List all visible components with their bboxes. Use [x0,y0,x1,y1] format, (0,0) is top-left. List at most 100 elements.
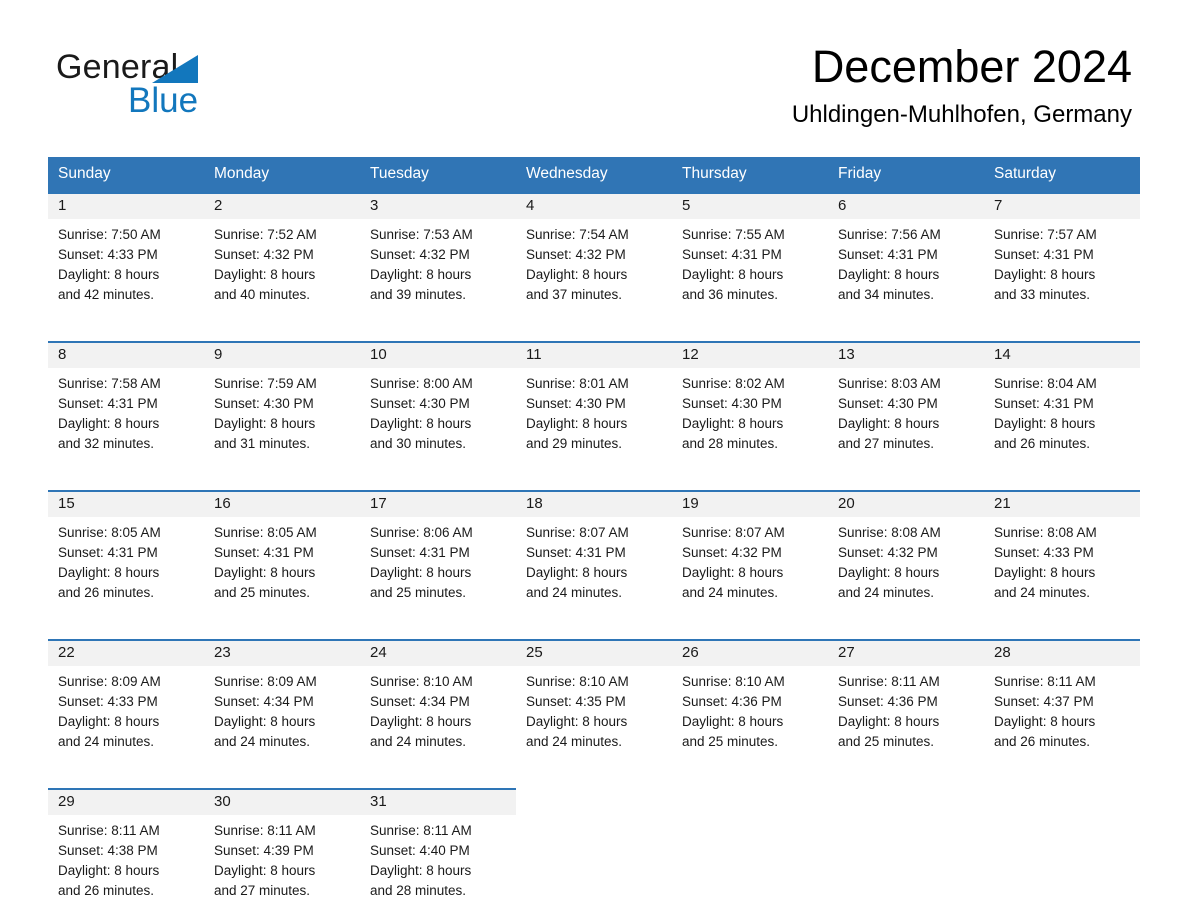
sunrise-text: Sunrise: 8:11 AM [994,674,1096,689]
sunrise-text: Sunrise: 8:10 AM [682,674,785,689]
day-info: Sunrise: 8:09 AM Sunset: 4:34 PM Daylight:… [204,666,360,752]
day-number-band: 29 [48,790,204,815]
daylight-text-line2: and 39 minutes. [370,287,467,302]
daylight-text-line1: Daylight: 8 hours [370,714,472,729]
calendar-day-cell[interactable]: 14 Sunrise: 8:04 AM Sunset: 4:31 PM Dayligh… [984,341,1140,476]
day-info: Sunrise: 7:59 AM Sunset: 4:30 PM Daylight:… [204,368,360,454]
calendar-day-cell[interactable]: 30 Sunrise: 8:11 AM Sunset: 4:39 PM Dayligh… [204,788,360,923]
calendar-day-cell[interactable]: 13 Sunrise: 8:03 AM Sunset: 4:30 PM Dayligh… [828,341,984,476]
week-spacer-cell [48,774,1140,789]
sunset-text: Sunset: 4:32 PM [682,545,782,560]
sunset-text: Sunset: 4:36 PM [682,694,782,709]
daylight-text-line2: and 30 minutes. [370,436,467,451]
daylight-text-line2: and 28 minutes. [370,883,467,898]
day-number: 20 [838,495,855,512]
day-info: Sunrise: 8:04 AM Sunset: 4:31 PM Daylight:… [984,368,1140,454]
day-number-band: 2 [204,194,360,219]
day-number-band: 8 [48,343,204,368]
calendar-day-cell[interactable]: 6 Sunrise: 7:56 AM Sunset: 4:31 PM Daylight… [828,192,984,327]
calendar-day-cell[interactable]: 27 Sunrise: 8:11 AM Sunset: 4:36 PM Dayligh… [828,639,984,774]
page-title: December 2024 [811,41,1132,92]
daylight-text-line1: Daylight: 8 hours [994,565,1096,580]
calendar-day-cell[interactable]: 9 Sunrise: 7:59 AM Sunset: 4:30 PM Daylight… [204,341,360,476]
day-number: 22 [58,644,75,661]
daylight-text-line2: and 24 minutes. [214,734,311,749]
general-blue-logo[interactable]: General Blue [56,50,316,126]
calendar-day-cell[interactable]: 11 Sunrise: 8:01 AM Sunset: 4:30 PM Dayligh… [516,341,672,476]
calendar-day-cell[interactable]: 22 Sunrise: 8:09 AM Sunset: 4:33 PM Dayligh… [48,639,204,774]
page-header: General Blue December 2024 Uhldingen-Muh… [0,0,1188,128]
sunrise-text: Sunrise: 8:00 AM [370,376,473,391]
daylight-text-line2: and 25 minutes. [370,585,467,600]
calendar-week-row: 8 Sunrise: 7:58 AM Sunset: 4:31 PM Daylight… [48,341,1140,476]
day-info: Sunrise: 8:09 AM Sunset: 4:33 PM Daylight:… [48,666,204,752]
daylight-text-line1: Daylight: 8 hours [370,565,472,580]
daylight-text-line2: and 27 minutes. [214,883,311,898]
calendar-day-cell[interactable]: 1 Sunrise: 7:50 AM Sunset: 4:33 PM Daylight… [48,192,204,327]
day-number: 25 [526,644,543,661]
daylight-text-line1: Daylight: 8 hours [838,565,940,580]
sunrise-text: Sunrise: 8:03 AM [838,376,941,391]
calendar-day-cell[interactable]: 12 Sunrise: 8:02 AM Sunset: 4:30 PM Dayligh… [672,341,828,476]
calendar-day-cell[interactable]: 25 Sunrise: 8:10 AM Sunset: 4:35 PM Dayligh… [516,639,672,774]
daylight-text-line1: Daylight: 8 hours [682,416,784,431]
day-info: Sunrise: 8:10 AM Sunset: 4:36 PM Daylight:… [672,666,828,752]
weekday-header-wednesday: Wednesday [516,157,672,193]
day-info: Sunrise: 7:55 AM Sunset: 4:31 PM Daylight:… [672,219,828,305]
calendar-day-cell[interactable]: 20 Sunrise: 8:08 AM Sunset: 4:32 PM Dayligh… [828,490,984,625]
day-number-band: 11 [516,343,672,368]
calendar-day-cell[interactable]: 7 Sunrise: 7:57 AM Sunset: 4:31 PM Daylight… [984,192,1140,327]
day-info: Sunrise: 8:07 AM Sunset: 4:31 PM Daylight:… [516,517,672,603]
sunset-text: Sunset: 4:37 PM [994,694,1094,709]
day-info: Sunrise: 8:11 AM Sunset: 4:39 PM Daylight:… [204,815,360,901]
daylight-text-line2: and 24 minutes. [58,734,155,749]
daylight-text-line2: and 24 minutes. [838,585,935,600]
sunset-text: Sunset: 4:31 PM [682,247,782,262]
day-number-band: 6 [828,194,984,219]
calendar-day-cell[interactable]: 31 Sunrise: 8:11 AM Sunset: 4:40 PM Dayligh… [360,788,516,923]
weekday-header-friday: Friday [828,157,984,193]
calendar-day-cell[interactable]: 26 Sunrise: 8:10 AM Sunset: 4:36 PM Dayligh… [672,639,828,774]
day-info: Sunrise: 8:11 AM Sunset: 4:38 PM Daylight:… [48,815,204,901]
day-info: Sunrise: 8:10 AM Sunset: 4:35 PM Daylight:… [516,666,672,752]
sunset-text: Sunset: 4:30 PM [682,396,782,411]
daylight-text-line1: Daylight: 8 hours [214,714,316,729]
calendar-day-cell[interactable]: 28 Sunrise: 8:11 AM Sunset: 4:37 PM Dayligh… [984,639,1140,774]
day-number: 18 [526,495,543,512]
day-number: 17 [370,495,387,512]
calendar-day-cell[interactable]: 2 Sunrise: 7:52 AM Sunset: 4:32 PM Daylight… [204,192,360,327]
day-number-band: 17 [360,492,516,517]
sunrise-text: Sunrise: 8:06 AM [370,525,473,540]
calendar-day-cell[interactable]: 10 Sunrise: 8:00 AM Sunset: 4:30 PM Dayligh… [360,341,516,476]
weekday-header-tuesday: Tuesday [360,157,516,193]
calendar-day-cell[interactable]: 21 Sunrise: 8:08 AM Sunset: 4:33 PM Dayligh… [984,490,1140,625]
daylight-text-line1: Daylight: 8 hours [682,267,784,282]
day-number: 27 [838,644,855,661]
day-info: Sunrise: 8:08 AM Sunset: 4:32 PM Daylight:… [828,517,984,603]
calendar-day-cell[interactable]: 4 Sunrise: 7:54 AM Sunset: 4:32 PM Daylight… [516,192,672,327]
day-info: Sunrise: 7:57 AM Sunset: 4:31 PM Daylight:… [984,219,1140,305]
calendar-day-cell[interactable]: 8 Sunrise: 7:58 AM Sunset: 4:31 PM Daylight… [48,341,204,476]
daylight-text-line1: Daylight: 8 hours [994,416,1096,431]
calendar-day-cell[interactable]: 5 Sunrise: 7:55 AM Sunset: 4:31 PM Daylight… [672,192,828,327]
calendar-day-cell[interactable]: 16 Sunrise: 8:05 AM Sunset: 4:31 PM Dayligh… [204,490,360,625]
day-number-band: 16 [204,492,360,517]
calendar-day-cell[interactable]: 3 Sunrise: 7:53 AM Sunset: 4:32 PM Daylight… [360,192,516,327]
calendar-week-row: 15 Sunrise: 8:05 AM Sunset: 4:31 PM Dayligh… [48,490,1140,625]
daylight-text-line1: Daylight: 8 hours [370,416,472,431]
sunrise-text: Sunrise: 7:54 AM [526,227,629,242]
daylight-text-line1: Daylight: 8 hours [214,267,316,282]
sunset-text: Sunset: 4:32 PM [370,247,470,262]
calendar-day-cell[interactable]: 19 Sunrise: 8:07 AM Sunset: 4:32 PM Dayligh… [672,490,828,625]
calendar-day-cell[interactable]: 24 Sunrise: 8:10 AM Sunset: 4:34 PM Dayligh… [360,639,516,774]
calendar-day-cell[interactable]: 18 Sunrise: 8:07 AM Sunset: 4:31 PM Dayligh… [516,490,672,625]
daylight-text-line1: Daylight: 8 hours [526,565,628,580]
calendar-day-cell[interactable]: 17 Sunrise: 8:06 AM Sunset: 4:31 PM Dayligh… [360,490,516,625]
sunrise-text: Sunrise: 8:02 AM [682,376,785,391]
sunrise-text: Sunrise: 8:05 AM [58,525,161,540]
day-number: 21 [994,495,1011,512]
calendar-day-cell[interactable]: 15 Sunrise: 8:05 AM Sunset: 4:31 PM Dayligh… [48,490,204,625]
daylight-text-line2: and 25 minutes. [682,734,779,749]
calendar-day-cell[interactable]: 29 Sunrise: 8:11 AM Sunset: 4:38 PM Dayligh… [48,788,204,923]
calendar-day-cell[interactable]: 23 Sunrise: 8:09 AM Sunset: 4:34 PM Dayligh… [204,639,360,774]
